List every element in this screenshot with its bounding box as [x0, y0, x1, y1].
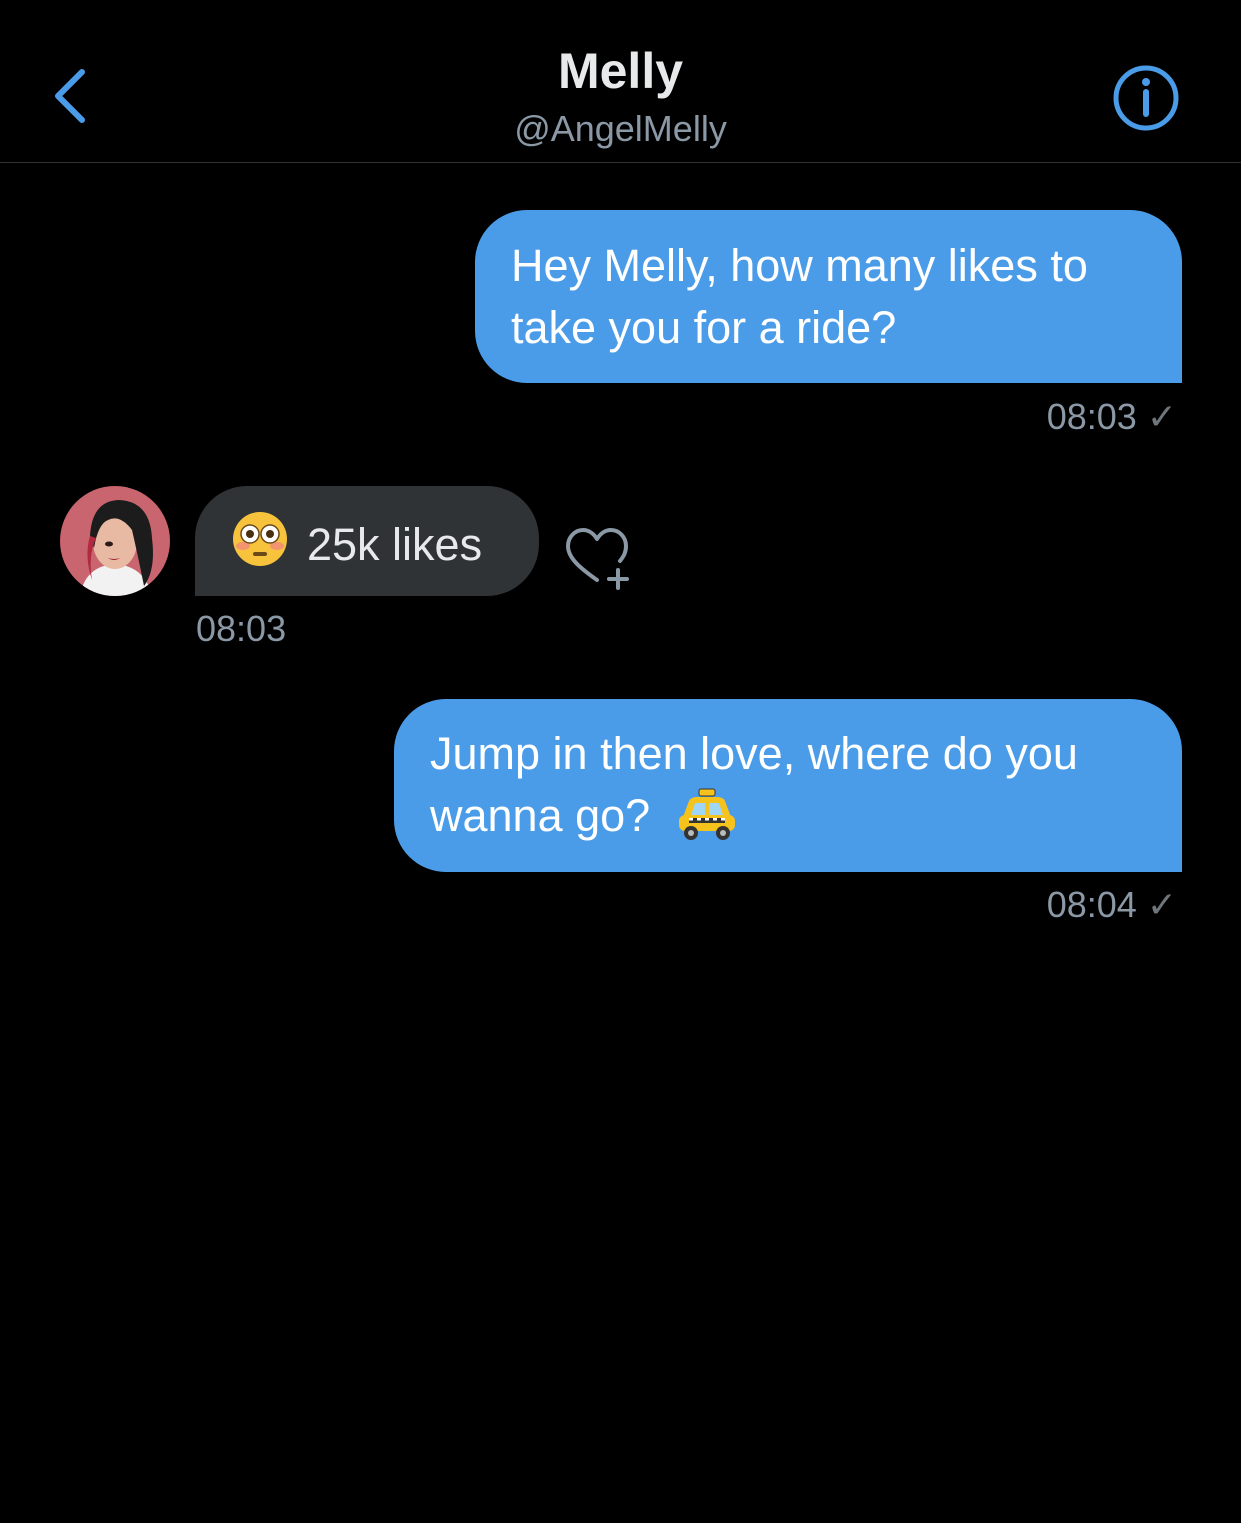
add-reaction-heart-icon	[566, 528, 629, 590]
info-button[interactable]	[1110, 62, 1182, 134]
message-text: 25k likes	[307, 519, 483, 570]
conversation-header: Melly @AngelMelly	[0, 0, 1241, 163]
info-icon	[1113, 65, 1179, 131]
incoming-message-bubble[interactable]: 25k likes	[195, 486, 539, 596]
timestamp-text: 08:04	[1046, 884, 1137, 925]
message-text-line: Hey Melly, how many likes to	[511, 240, 1088, 291]
conversation-handle[interactable]: @AngelMelly	[0, 108, 1241, 150]
message-text-line: wanna go?	[430, 790, 651, 841]
taxi-emoji	[675, 787, 739, 857]
outgoing-message-bubble[interactable]: Hey Melly, how many likes to take you fo…	[475, 210, 1182, 383]
avatar[interactable]	[60, 486, 170, 596]
message-text-line: take you for a ride?	[511, 302, 897, 353]
conversation-title[interactable]: Melly	[0, 42, 1241, 100]
timestamp-text: 08:03	[1046, 396, 1137, 437]
check-icon: ✓	[1146, 884, 1177, 925]
message-text-line: Jump in then love, where do you	[430, 728, 1078, 779]
add-reaction-button[interactable]	[562, 524, 638, 594]
message-timestamp: 08:03 ✓	[1047, 396, 1177, 438]
message-timestamp: 08:04 ✓	[1047, 884, 1177, 926]
message-text-row: wanna go?	[430, 785, 1182, 857]
message-timestamp: 08:03	[196, 608, 287, 649]
check-icon: ✓	[1146, 396, 1177, 437]
avatar-image	[60, 486, 170, 596]
outgoing-message-bubble[interactable]: Jump in then love, where do you wanna go…	[394, 699, 1182, 872]
flushed-face-emoji	[231, 510, 289, 584]
